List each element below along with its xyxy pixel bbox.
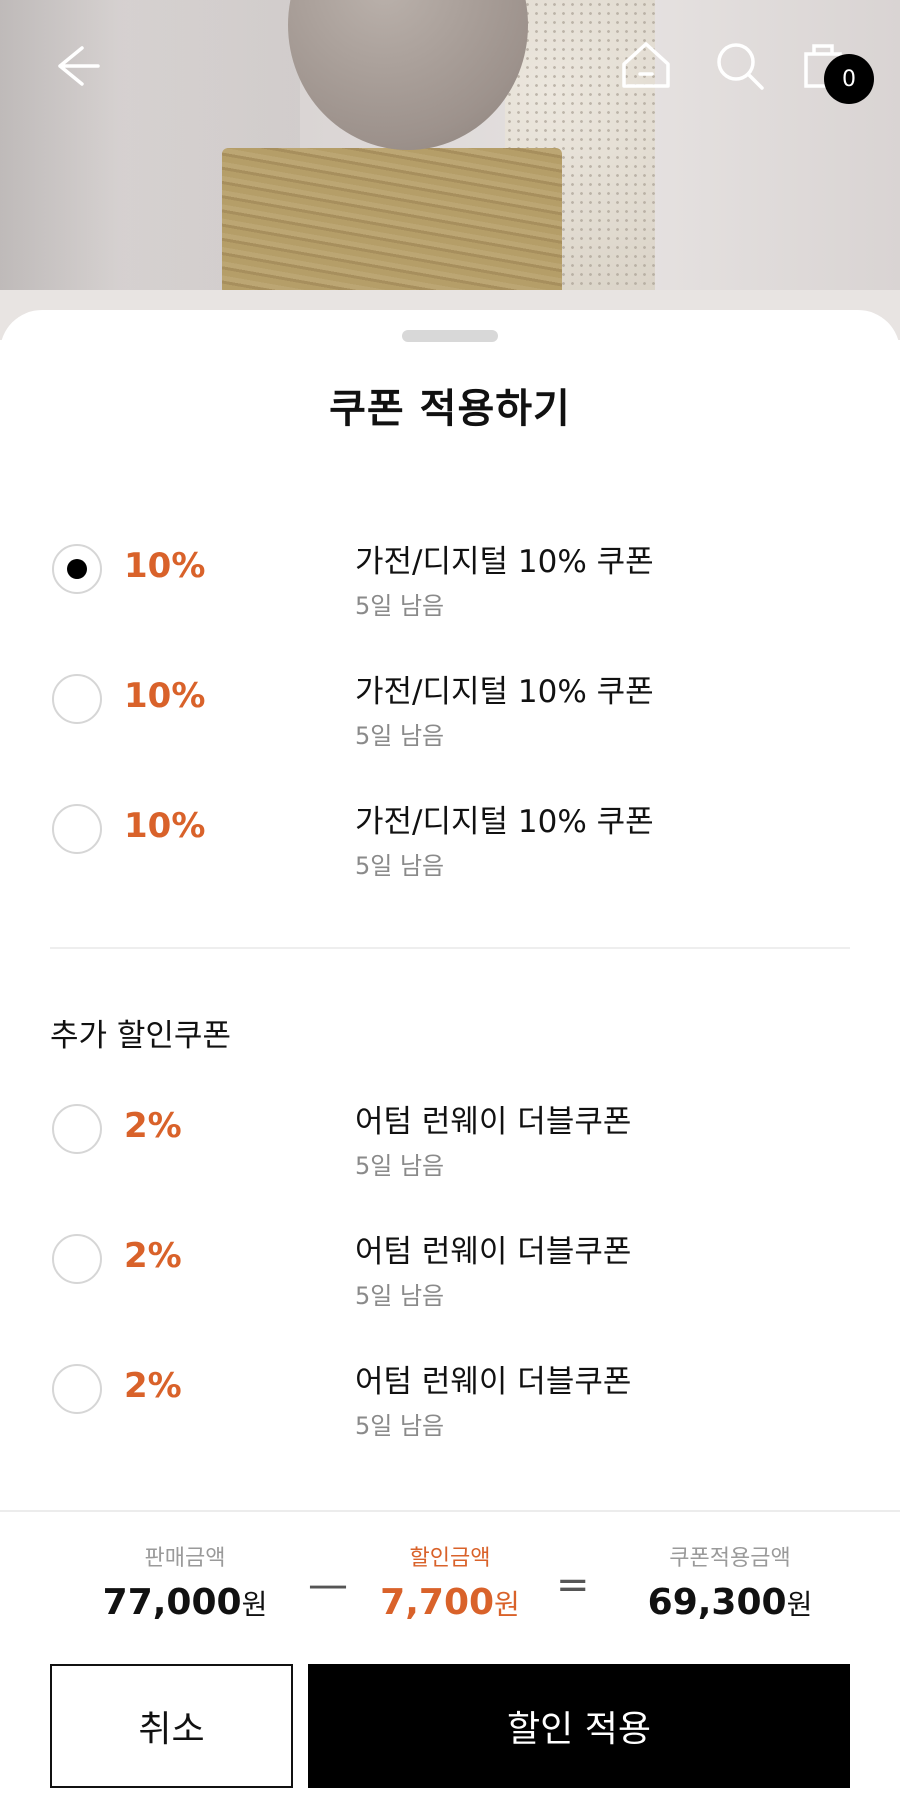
currency-unit: 원 (494, 1588, 520, 1621)
coupon-bottom-sheet: 쿠폰 적용하기 10% 가전/디지털 10% 쿠폰 5일 남음 10% 가전/디… (0, 310, 900, 1815)
coupon-days-left: 5일 남음 (355, 1412, 445, 1440)
coupon-days-left: 5일 남음 (355, 1282, 445, 1310)
sheet-drag-handle[interactable] (402, 330, 498, 342)
coupon-radio[interactable] (52, 1234, 102, 1284)
sale-amount-value: 77,000원 (70, 1582, 300, 1623)
coupon-rate: 10% (124, 546, 206, 586)
extra-coupon-option[interactable]: 2% 어텀 런웨이 더블쿠폰 5일 남음 (0, 1364, 900, 1474)
extra-coupon-section-title: 추가 할인쿠폰 (50, 1018, 231, 1054)
apply-discount-button[interactable]: 할인 적용 (308, 1664, 850, 1788)
coupon-radio[interactable] (52, 544, 102, 594)
summary-divider (0, 1510, 900, 1512)
final-amount-number: 69,300 (647, 1582, 787, 1623)
back-arrow-icon[interactable] (48, 38, 104, 94)
coupon-name: 가전/디지털 10% 쿠폰 (355, 674, 654, 710)
cart-count-badge: 0 (824, 54, 874, 104)
sale-amount-block: 판매금액 77,000원 (70, 1540, 300, 1623)
discount-amount-number: 7,700 (380, 1582, 495, 1623)
coupon-rate: 10% (124, 676, 206, 716)
coupon-days-left: 5일 남음 (355, 852, 445, 880)
currency-unit: 원 (786, 1588, 813, 1621)
search-icon[interactable] (712, 38, 768, 94)
coupon-rate: 2% (124, 1366, 182, 1406)
sale-amount-label: 판매금액 (144, 1546, 226, 1571)
cancel-button[interactable]: 취소 (50, 1664, 293, 1788)
discount-amount-block: 할인금액 7,700원 (335, 1540, 565, 1623)
coupon-rate: 10% (124, 806, 206, 846)
coupon-name: 어텀 런웨이 더블쿠폰 (355, 1104, 632, 1140)
extra-coupon-option[interactable]: 2% 어텀 런웨이 더블쿠폰 5일 남음 (0, 1104, 900, 1214)
coupon-option[interactable]: 10% 가전/디지털 10% 쿠폰 5일 남음 (0, 674, 900, 784)
hero-sphere (288, 0, 528, 150)
final-amount-value: 69,300원 (610, 1582, 850, 1623)
sheet-title: 쿠폰 적용하기 (329, 386, 571, 432)
equals-operator: = (556, 1562, 590, 1608)
coupon-days-left: 5일 남음 (355, 722, 445, 750)
coupon-option[interactable]: 10% 가전/디지털 10% 쿠폰 5일 남음 (0, 544, 900, 654)
coupon-radio[interactable] (52, 1364, 102, 1414)
coupon-rate: 2% (124, 1236, 182, 1276)
coupon-name: 가전/디지털 10% 쿠폰 (355, 804, 654, 840)
coupon-option[interactable]: 10% 가전/디지털 10% 쿠폰 5일 남음 (0, 804, 900, 914)
coupon-days-left: 5일 남음 (355, 1152, 445, 1180)
section-divider (50, 947, 850, 949)
coupon-radio[interactable] (52, 674, 102, 724)
coupon-days-left: 5일 남음 (355, 592, 445, 620)
coupon-rate: 2% (124, 1106, 182, 1146)
extra-coupon-option[interactable]: 2% 어텀 런웨이 더블쿠폰 5일 남음 (0, 1234, 900, 1344)
home-icon[interactable] (618, 38, 674, 94)
coupon-radio[interactable] (52, 1104, 102, 1154)
coupon-radio[interactable] (52, 804, 102, 854)
currency-unit: 원 (241, 1588, 268, 1621)
discount-amount-value: 7,700원 (335, 1582, 565, 1623)
coupon-name: 어텀 런웨이 더블쿠폰 (355, 1364, 632, 1400)
coupon-name: 가전/디지털 10% 쿠폰 (355, 544, 654, 580)
sale-amount-number: 77,000 (102, 1582, 242, 1623)
final-amount-block: 쿠폰적용금액 69,300원 (610, 1540, 850, 1623)
coupon-name: 어텀 런웨이 더블쿠폰 (355, 1234, 632, 1270)
discount-amount-label: 할인금액 (409, 1546, 491, 1571)
final-amount-label: 쿠폰적용금액 (669, 1546, 791, 1571)
